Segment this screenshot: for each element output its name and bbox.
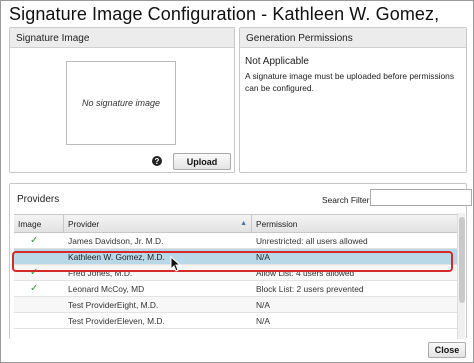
column-header-permission[interactable]: Permission bbox=[252, 215, 464, 232]
provider-name: Fred Jones, M.D. bbox=[68, 267, 133, 278]
table-row[interactable]: Test ProviderEight, M.D. N/A bbox=[14, 297, 464, 313]
generation-permissions-panel: Generation Permissions Not Applicable A … bbox=[239, 27, 467, 173]
mouse-cursor-icon bbox=[170, 256, 182, 272]
table-row[interactable]: ✓ James Davidson, Jr. M.D. Unrestricted:… bbox=[14, 233, 464, 249]
generation-status: Not Applicable bbox=[245, 56, 309, 67]
table-row[interactable]: Test ProviderEleven, M.D. N/A bbox=[14, 313, 464, 329]
signature-image-panel: Signature Image No signature image ? Upl… bbox=[9, 27, 235, 173]
generation-description: A signature image must be uploaded befor… bbox=[245, 71, 455, 93]
permission-value: N/A bbox=[256, 315, 270, 326]
providers-panel: Providers Search Filter: Image Provider … bbox=[9, 183, 472, 340]
providers-grid: Image Provider ▲ Permission ✓ James Davi… bbox=[14, 214, 464, 340]
permission-value: N/A bbox=[256, 251, 270, 262]
dialog-window: Signature Image Configuration - Kathleen… bbox=[0, 0, 474, 363]
table-row[interactable]: ✓ Fred Jones, M.D. Allow List: 4 users a… bbox=[14, 265, 464, 281]
column-header-provider[interactable]: Provider ▲ bbox=[64, 215, 252, 232]
provider-name: Leonard McCoy, MD bbox=[68, 283, 145, 294]
provider-name: Test ProviderEight, M.D. bbox=[68, 299, 159, 310]
close-button[interactable]: Close bbox=[428, 342, 466, 358]
image-check-icon bbox=[14, 313, 64, 328]
image-check-icon bbox=[14, 249, 64, 264]
search-filter-label: Search Filter: bbox=[322, 195, 372, 205]
signature-placeholder-text: No signature image bbox=[81, 98, 161, 108]
permission-value: Allow List: 4 users allowed bbox=[256, 267, 355, 278]
image-check-icon: ✓ bbox=[30, 235, 39, 246]
upload-button[interactable]: Upload bbox=[173, 153, 231, 170]
provider-name: James Davidson, Jr. M.D. bbox=[68, 235, 164, 246]
provider-name: Kathleen W. Gomez, M.D. bbox=[68, 251, 165, 262]
table-row-selected[interactable]: Kathleen W. Gomez, M.D. N/A bbox=[14, 249, 464, 265]
permission-value: N/A bbox=[256, 299, 270, 310]
generation-permissions-header: Generation Permissions bbox=[240, 28, 466, 48]
image-check-icon: ✓ bbox=[30, 267, 39, 278]
help-icon[interactable]: ? bbox=[152, 156, 162, 166]
table-row[interactable]: ✓ Leonard McCoy, MD Block List: 2 users … bbox=[14, 281, 464, 297]
grid-header: Image Provider ▲ Permission bbox=[14, 214, 464, 233]
signature-image-preview: No signature image bbox=[66, 61, 176, 145]
image-check-icon: ✓ bbox=[30, 283, 39, 294]
search-filter-input[interactable] bbox=[370, 189, 472, 206]
provider-name: Test ProviderEleven, M.D. bbox=[68, 315, 165, 326]
permission-value: Unrestricted: all users allowed bbox=[256, 235, 368, 246]
sort-ascending-icon: ▲ bbox=[240, 220, 247, 227]
scrollbar-thumb[interactable] bbox=[459, 217, 465, 303]
grid-scrollbar[interactable] bbox=[457, 213, 465, 339]
image-check-icon bbox=[14, 297, 64, 312]
signature-image-header: Signature Image bbox=[10, 28, 234, 48]
providers-header: Providers bbox=[17, 194, 60, 205]
permission-value: Block List: 2 users prevented bbox=[256, 283, 364, 294]
column-header-image[interactable]: Image bbox=[14, 215, 64, 232]
